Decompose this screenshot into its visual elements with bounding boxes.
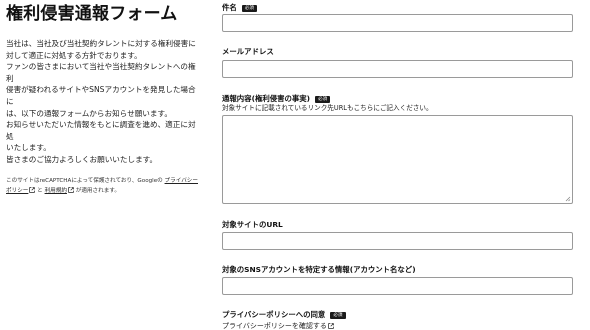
intro-panel: 権利侵害通報フォーム 当社は、当社及び当社契約タレントに対する権利侵害に 対して… [6,4,202,196]
required-badge: 必須 [241,4,257,12]
recaptcha-prefix: このサイトはreCAPTCHAによって保護されており、Googleの [6,177,163,184]
subject-label-text: 件名 [222,3,237,12]
intro-line: ファンの皆さまにおいて当社や当社契約タレントへの権利 [6,62,196,83]
privacy-policy-link-text: プライバシーポリシーを確認する [222,322,327,330]
email-label: メールアドレス [222,47,274,57]
recaptcha-terms-link[interactable]: 利用規約 [44,186,74,194]
report-content-textarea[interactable] [222,115,573,204]
intro-line: は、以下の通報フォームからお知らせ願います。 [6,108,172,118]
sns-account-label: 対象のSNSアカウントを特定する情報(アカウント名など) [222,265,416,275]
recaptcha-and: と [37,187,43,194]
email-input[interactable] [222,60,573,78]
target-url-label: 対象サイトのURL [222,220,283,230]
subject-label: 件名 必須 [222,3,257,13]
intro-line: 侵害が疑われるサイトやSNSアカウントを発見した場合に [6,85,196,106]
target-url-label-text: 対象サイトのURL [222,220,283,229]
external-link-icon [328,323,334,329]
intro-line: 皆さまのご協力よろしくお願いいたします。 [6,154,158,164]
sns-account-input[interactable] [222,277,573,295]
recaptcha-terms-label: 利用規約 [44,187,67,194]
recaptcha-notice: このサイトはreCAPTCHAによって保護されており、Googleの プライバシ… [6,176,202,196]
target-url-input[interactable] [222,232,573,250]
external-link-icon [68,186,74,193]
recaptcha-suffix: が適用されます。 [75,187,120,194]
privacy-consent-label: プライバシーポリシーへの同意 必須 [222,310,346,320]
sns-account-label-text: 対象のSNSアカウントを特定する情報(アカウント名など) [222,265,416,274]
report-content-description: 対象サイトに記載されているリンク先URLもこちらにご記入ください。 [222,104,433,112]
required-badge: 必須 [330,311,346,319]
email-label-text: メールアドレス [222,47,274,56]
subject-input[interactable] [222,14,573,32]
page-title: 権利侵害通報フォーム [6,4,178,24]
privacy-policy-link[interactable]: プライバシーポリシーを確認する [222,321,334,330]
intro-line: いたします。 [6,143,51,153]
intro-text: 当社は、当社及び当社契約タレントに対する権利侵害に 対して適正に対処する方針でお… [6,38,202,166]
intro-line: 当社は、当社及び当社契約タレントに対する権利侵害に [6,39,196,48]
intro-line: お知らせいただいた情報をもとに調査を進め、適正に対処 [6,120,196,141]
intro-line: 対して適正に対処する方針でおります。 [6,50,142,60]
required-badge: 必須 [315,95,331,103]
resize-handle-icon[interactable] [565,196,571,202]
privacy-consent-label-text: プライバシーポリシーへの同意 [222,310,326,319]
external-link-icon [29,186,36,193]
